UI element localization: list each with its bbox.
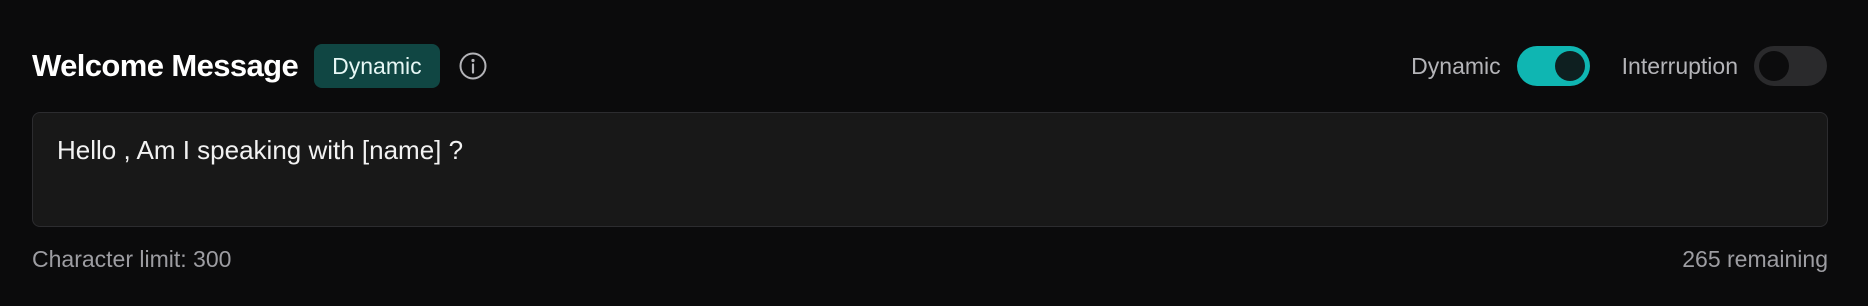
dynamic-toggle-label: Dynamic: [1411, 52, 1501, 79]
interruption-toggle[interactable]: [1754, 46, 1827, 86]
welcome-message-text: Hello , Am I speaking with [name] ?: [57, 135, 464, 165]
section-title: Welcome Message: [32, 48, 299, 83]
welcome-message-panel: Welcome Message Dynamic Dynamic Interrup…: [0, 0, 1868, 306]
textarea-footer: Character limit: 300 265 remaining: [32, 246, 1828, 273]
dynamic-badge: Dynamic: [314, 44, 440, 88]
header-left: Welcome Message Dynamic: [32, 44, 489, 88]
dynamic-toggle[interactable]: [1516, 46, 1590, 86]
section-header: Welcome Message Dynamic Dynamic Interrup…: [32, 44, 1827, 88]
welcome-message-textarea[interactable]: Hello , Am I speaking with [name] ?: [32, 112, 1828, 227]
info-icon-glyph: [459, 52, 487, 80]
toggle-knob: [1554, 51, 1585, 81]
remaining-count-text: 265 remaining: [1682, 246, 1828, 272]
header-right: Dynamic Interruption: [1411, 44, 1827, 88]
toggle-knob: [1759, 51, 1789, 81]
interruption-toggle-label: Interruption: [1621, 52, 1738, 79]
character-limit-text: Character limit: 300: [32, 246, 232, 272]
info-icon[interactable]: [457, 50, 489, 82]
